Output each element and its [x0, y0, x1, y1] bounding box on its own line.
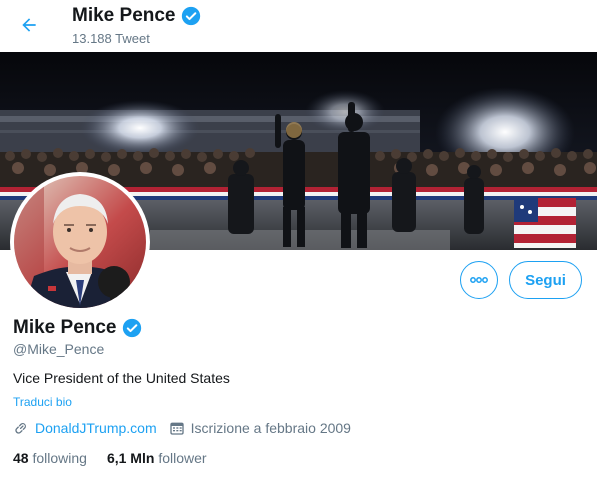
followers-label: follower — [158, 450, 207, 466]
profile-header: Mike Pence 13.188 Tweet — [0, 0, 597, 52]
profile-stats: 48 following 6,1 Mln follower — [13, 450, 207, 466]
follow-button[interactable]: Segui — [509, 261, 582, 299]
following-stat[interactable]: 48 following — [13, 450, 87, 466]
more-options-button[interactable] — [460, 261, 498, 299]
profile-name: Mike Pence — [13, 317, 142, 339]
verified-badge-icon — [181, 6, 200, 26]
more-icon — [470, 277, 488, 283]
following-label: following — [32, 450, 87, 466]
header-title: Mike Pence — [72, 5, 201, 27]
verified-badge-icon — [122, 318, 141, 338]
avatar-frame[interactable] — [10, 172, 150, 312]
back-arrow-icon — [22, 18, 36, 32]
profile-meta: DonaldJTrump.com Iscrizione a febbraio 2… — [13, 420, 363, 436]
profile-handle: @Mike_Pence — [13, 341, 105, 357]
website-item: DonaldJTrump.com — [13, 420, 157, 436]
joined-date: Iscrizione a febbraio 2009 — [190, 420, 351, 436]
followers-count: 6,1 Mln — [106, 450, 155, 466]
header-name-text: Mike Pence — [72, 5, 176, 26]
link-icon — [15, 423, 26, 434]
avatar-image — [14, 176, 146, 308]
translate-bio-link[interactable]: Traduci bio — [13, 395, 72, 409]
avatar[interactable] — [14, 176, 146, 308]
following-count: 48 — [13, 450, 29, 466]
tweet-count: 13.188 Tweet — [72, 31, 150, 46]
back-button[interactable] — [14, 10, 44, 40]
profile-bio: Vice President of the United States — [13, 370, 230, 386]
website-link[interactable]: DonaldJTrump.com — [35, 420, 157, 436]
joined-item: Iscrizione a febbraio 2009 — [169, 420, 351, 436]
profile-name-text: Mike Pence — [13, 317, 117, 338]
calendar-icon — [169, 422, 184, 435]
followers-stat[interactable]: 6,1 Mln follower — [107, 450, 207, 466]
